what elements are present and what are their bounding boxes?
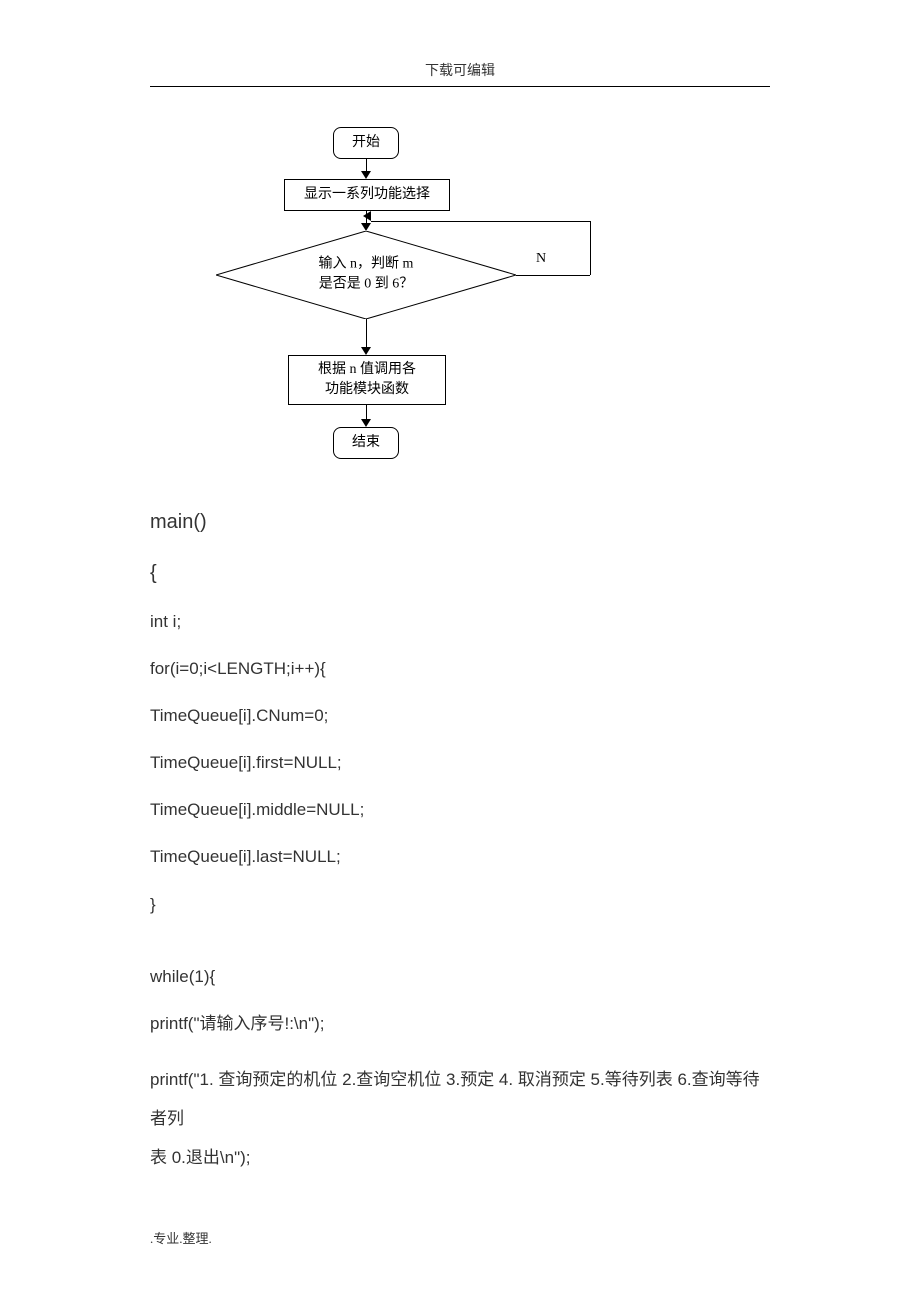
arrow <box>366 319 367 349</box>
code-line: printf("请输入序号!:\n"); <box>150 1013 770 1035</box>
flow-line <box>516 275 590 276</box>
flow-decision: 输入 n，判断 m 是否是 0 到 6？ <box>216 231 516 319</box>
decision-text-line1: 输入 n，判断 m <box>319 257 414 272</box>
arrowhead-icon <box>361 347 371 355</box>
decision-text-line2: 是否是 0 到 6？ <box>319 277 414 292</box>
arrowhead-icon <box>361 419 371 427</box>
code-line: { <box>150 560 770 586</box>
arrowhead-icon <box>361 223 371 231</box>
flow-call: 根据 n 值调用各 功能模块函数 <box>288 355 446 405</box>
code-line: } <box>150 894 770 916</box>
code-line: TimeQueue[i].last=NULL; <box>150 846 770 868</box>
flowchart: 开始 显示一系列功能选择 输入 n，判断 m 是否是 0 到 6？ N 根据 n… <box>220 127 640 489</box>
call-text-line2: 功能模块函数 <box>325 382 409 397</box>
code-line: while(1){ <box>150 966 770 988</box>
code-line: main() <box>150 509 770 535</box>
code-block: main() { int i; for(i=0;i<LENGTH;i++){ T… <box>150 509 770 1177</box>
code-line: TimeQueue[i].first=NULL; <box>150 752 770 774</box>
flow-line <box>371 221 590 222</box>
flow-menu: 显示一系列功能选择 <box>284 179 450 211</box>
code-line: TimeQueue[i].CNum=0; <box>150 705 770 727</box>
code-line: TimeQueue[i].middle=NULL; <box>150 799 770 821</box>
page-content: 开始 显示一系列功能选择 输入 n，判断 m 是否是 0 到 6？ N 根据 n… <box>150 87 770 1177</box>
page-header: 下载可编辑 <box>0 0 920 86</box>
code-line: printf("1. 查询预定的机位 2.查询空机位 3.预定 4. 取消预定 … <box>150 1060 770 1177</box>
page-footer: .专业.整理. <box>150 1228 212 1247</box>
arrowhead-icon <box>363 211 371 221</box>
flow-start: 开始 <box>333 127 399 159</box>
arrowhead-icon <box>361 171 371 179</box>
code-line: for(i=0;i<LENGTH;i++){ <box>150 658 770 680</box>
flow-line <box>590 221 591 275</box>
flow-end: 结束 <box>333 427 399 459</box>
call-text-line1: 根据 n 值调用各 <box>318 362 416 377</box>
code-line: int i; <box>150 611 770 633</box>
branch-label-n: N <box>536 251 546 267</box>
